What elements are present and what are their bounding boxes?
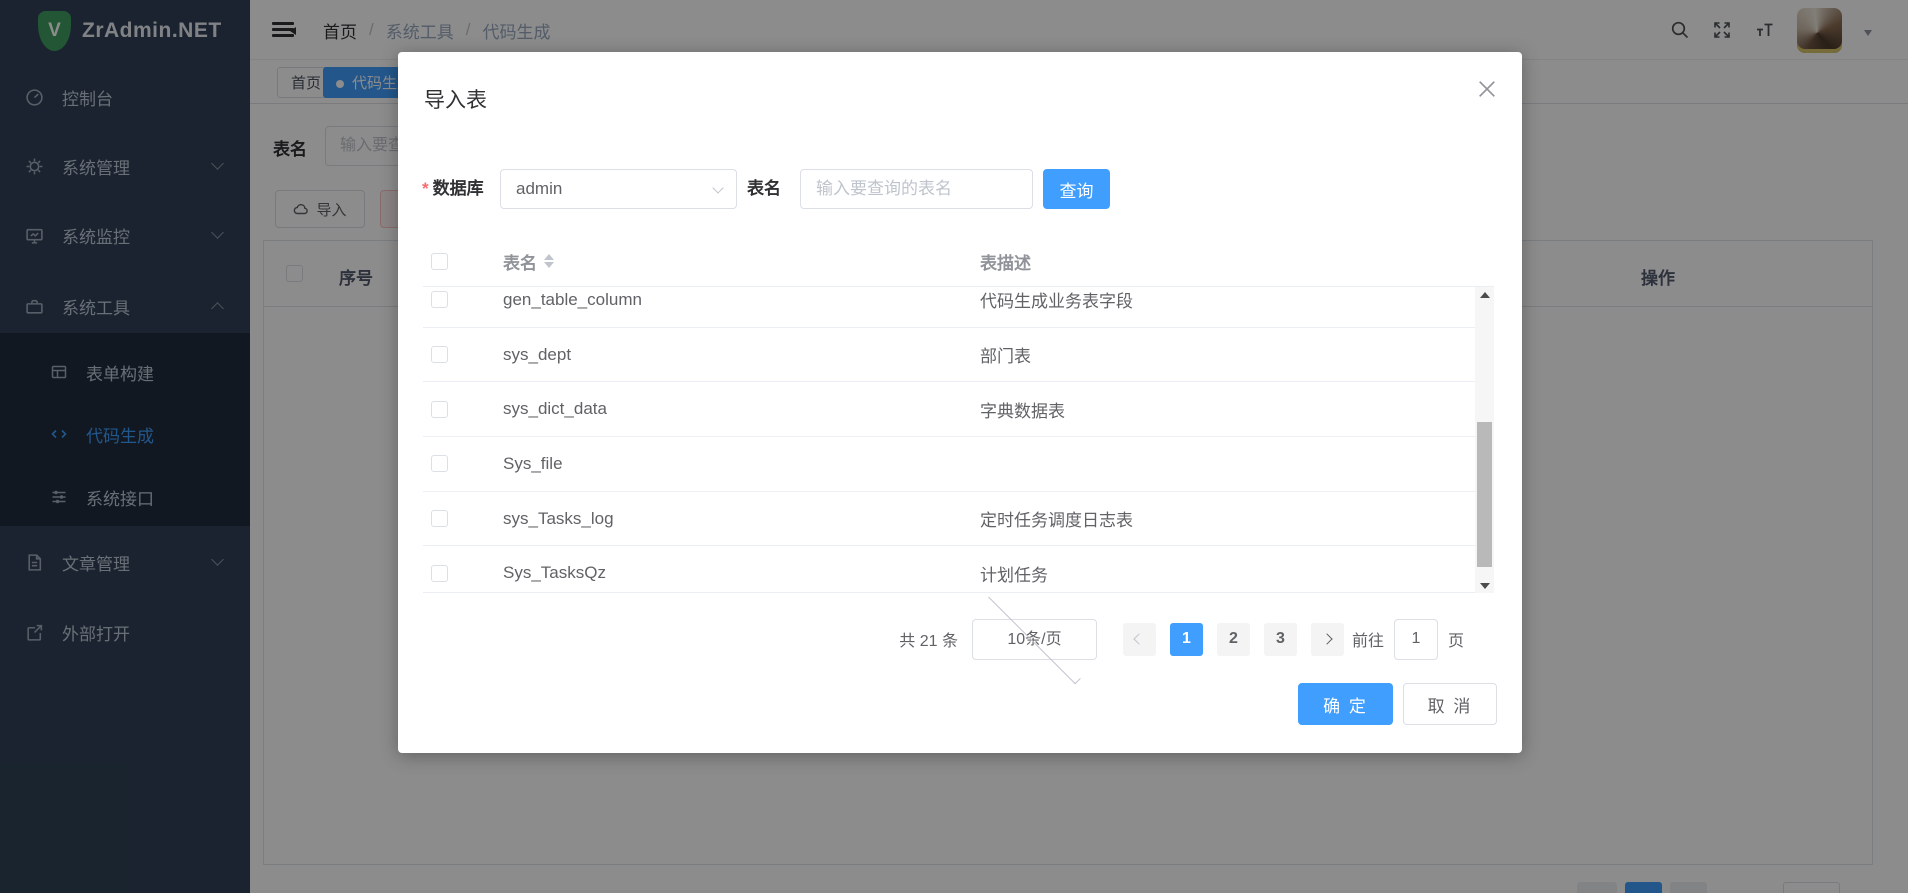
scroll-down-arrow-icon[interactable] — [1475, 578, 1494, 593]
dialog-table-body: gen_table_column 代码生成业务表字段 sys_dept 部门表 … — [423, 287, 1494, 593]
table-name-label: 表名 — [747, 169, 781, 209]
cell-table-desc: 计划任务 — [964, 561, 1494, 586]
cell-table-name: gen_table_column — [487, 290, 964, 310]
row-checkbox[interactable] — [431, 510, 448, 527]
cell-table-name: sys_dept — [487, 345, 964, 365]
scroll-up-arrow-icon[interactable] — [1475, 287, 1494, 302]
prev-page-button[interactable] — [1123, 623, 1156, 656]
table-row[interactable]: sys_dict_data 字典数据表 — [423, 382, 1494, 437]
cell-table-name: sys_dict_data — [487, 399, 964, 419]
dialog-table-header: 表名 表描述 — [423, 236, 1494, 287]
goto-page-input[interactable] — [1394, 619, 1438, 660]
dialog-title: 导入表 — [424, 84, 487, 114]
row-checkbox[interactable] — [431, 565, 448, 582]
import-table-dialog: 导入表 *数据库 admin 表名 查询 表名 表描述 gen_table_co… — [398, 52, 1522, 753]
database-select-value: admin — [516, 170, 562, 208]
table-row[interactable]: gen_table_column 代码生成业务表字段 — [423, 287, 1494, 328]
row-checkbox[interactable] — [431, 455, 448, 472]
next-page-button[interactable] — [1311, 623, 1344, 656]
table-row[interactable]: Sys_file — [423, 437, 1494, 492]
cell-table-desc: 部门表 — [964, 342, 1494, 367]
dialog-pagination: 共 21 条 10条/页 1 2 3 前往 页 — [899, 617, 1464, 661]
dialog-query-form: *数据库 admin 表名 查询 — [398, 169, 1522, 209]
dialog-table: 表名 表描述 gen_table_column 代码生成业务表字段 sys_de… — [423, 236, 1494, 593]
row-checkbox[interactable] — [431, 401, 448, 418]
chevron-right-icon — [1322, 633, 1333, 644]
page-number-button[interactable]: 3 — [1264, 623, 1297, 656]
table-row[interactable]: sys_dept 部门表 — [423, 328, 1494, 383]
scrollbar-thumb[interactable] — [1477, 422, 1492, 567]
chevron-left-icon — [1134, 633, 1145, 644]
cell-table-desc: 字典数据表 — [964, 397, 1494, 422]
sort-caret-icon[interactable] — [544, 254, 554, 268]
database-label: *数据库 — [422, 169, 484, 209]
page-size-select[interactable]: 10条/页 — [972, 619, 1097, 660]
cell-table-desc: 定时任务调度日志表 — [964, 506, 1494, 531]
table-scrollbar[interactable] — [1475, 287, 1494, 593]
row-checkbox[interactable] — [431, 346, 448, 363]
required-mark: * — [422, 179, 429, 198]
cell-table-name: Sys_TasksQz — [487, 563, 964, 583]
database-select[interactable]: admin — [500, 169, 737, 209]
table-name-input[interactable] — [800, 169, 1033, 209]
goto-label: 前往 — [1352, 627, 1384, 651]
column-header-desc: 表描述 — [964, 249, 1494, 274]
table-row[interactable]: sys_Tasks_log 定时任务调度日志表 — [423, 492, 1494, 547]
query-button[interactable]: 查询 — [1043, 169, 1110, 209]
close-icon[interactable] — [1478, 80, 1498, 100]
cancel-button[interactable]: 取 消 — [1403, 683, 1497, 725]
goto-unit-label: 页 — [1448, 627, 1464, 651]
cell-table-desc: 代码生成业务表字段 — [964, 287, 1494, 312]
cell-table-name: Sys_file — [487, 454, 964, 474]
page-number-button[interactable]: 1 — [1170, 623, 1203, 656]
confirm-button[interactable]: 确 定 — [1298, 683, 1393, 725]
cell-table-name: sys_Tasks_log — [487, 509, 964, 529]
page-number-button[interactable]: 2 — [1217, 623, 1250, 656]
table-row[interactable]: Sys_TasksQz 计划任务 — [423, 546, 1494, 593]
select-all-checkbox[interactable] — [431, 253, 448, 270]
pagination-total: 共 21 条 — [899, 627, 958, 651]
chevron-down-icon — [712, 182, 723, 193]
column-header-name[interactable]: 表名 — [487, 249, 964, 274]
row-checkbox[interactable] — [431, 291, 448, 308]
